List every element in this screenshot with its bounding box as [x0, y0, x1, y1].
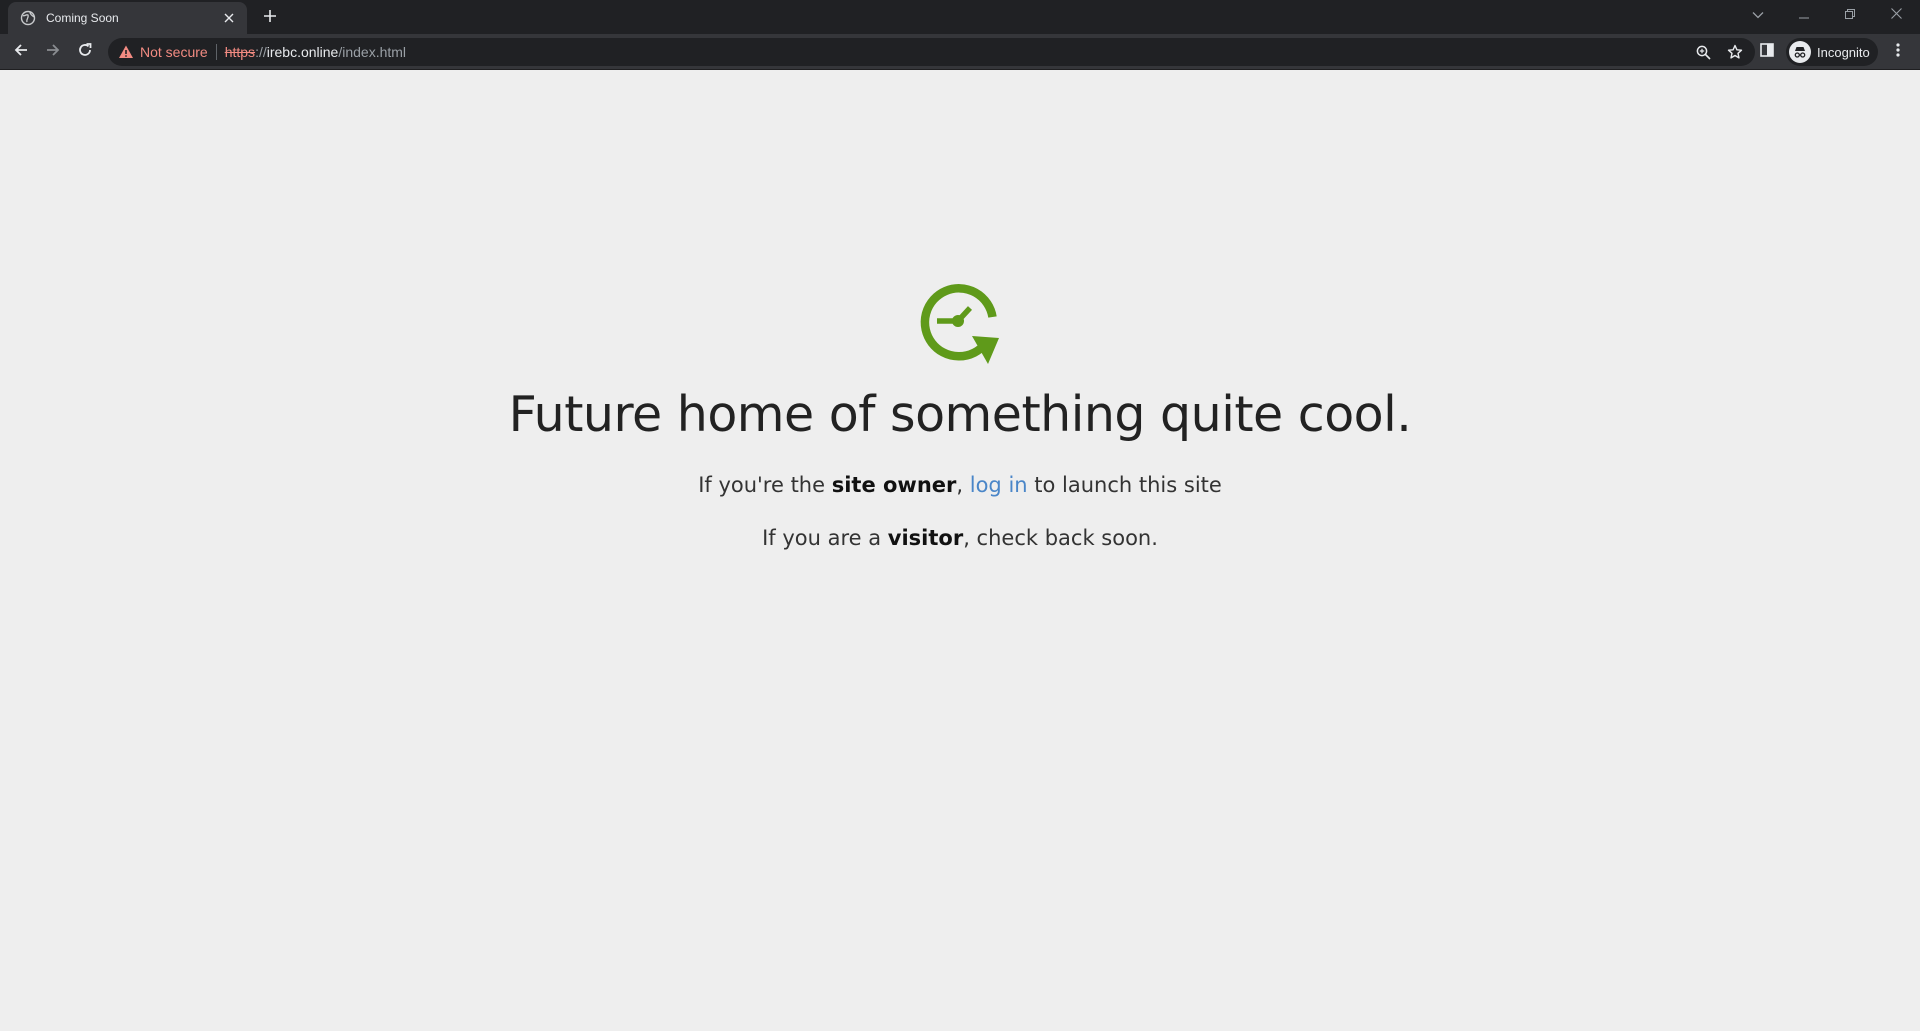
url-text[interactable]: https://irebc.online/index.html	[225, 44, 406, 60]
chevron-down-icon	[1752, 6, 1764, 24]
incognito-icon	[1789, 41, 1811, 63]
warning-icon[interactable]	[118, 44, 134, 60]
star-icon[interactable]	[1721, 38, 1749, 66]
incognito-label: Incognito	[1817, 44, 1870, 60]
browser-toolbar: Not secure https://irebc.online/index.ht…	[0, 34, 1920, 70]
close-icon	[1890, 6, 1902, 24]
address-divider	[215, 44, 217, 60]
owner-prefix: If you're the	[698, 473, 832, 497]
visitor-suffix: , check back soon.	[963, 526, 1158, 550]
side-panel-button[interactable]	[1753, 38, 1781, 66]
globe-icon	[20, 10, 36, 26]
page-headline: Future home of something quite cool.	[508, 386, 1412, 443]
url-path: /index.html	[338, 44, 407, 60]
page-content: Future home of something quite cool. If …	[0, 70, 1920, 1031]
url-host: irebc.online	[266, 44, 339, 60]
arrow-right-icon	[45, 42, 61, 63]
new-tab-button[interactable]	[258, 6, 282, 30]
tab-coming-soon[interactable]: Coming Soon	[8, 2, 247, 34]
arrow-left-icon	[13, 42, 29, 63]
log-in-link[interactable]: log in	[970, 473, 1028, 497]
clock-refresh-icon	[919, 280, 1001, 364]
address-bar[interactable]: Not secure https://irebc.online/index.ht…	[108, 38, 1755, 66]
more-vert-icon	[1896, 42, 1900, 63]
incognito-profile-button[interactable]: Incognito	[1786, 38, 1878, 66]
zoom-icon[interactable]	[1689, 38, 1717, 66]
visitor-prefix: If you are a	[762, 526, 888, 550]
owner-suffix: to launch this site	[1027, 473, 1222, 497]
tab-close-icon[interactable]	[221, 10, 237, 26]
restore-button[interactable]	[1827, 0, 1873, 30]
visitor-text: visitor	[887, 526, 964, 550]
reload-button[interactable]	[71, 38, 99, 66]
restore-icon	[1845, 6, 1855, 24]
tab-strip: Coming Soon	[0, 0, 1920, 34]
owner-message: If you're the site owner, log in to laun…	[0, 473, 1920, 497]
url-separator: ://	[255, 44, 267, 60]
back-button[interactable]	[7, 38, 35, 66]
site-owner-text: site owner	[831, 473, 957, 497]
close-window-button[interactable]	[1873, 0, 1919, 30]
visitor-message: If you are a visitor, check back soon.	[0, 526, 1920, 550]
not-secure-label[interactable]: Not secure	[140, 44, 208, 60]
owner-comma: ,	[956, 473, 970, 497]
tab-title: Coming Soon	[46, 11, 119, 25]
plus-icon	[263, 9, 277, 28]
tab-search-button[interactable]	[1735, 0, 1781, 30]
minimize-button[interactable]	[1781, 0, 1827, 30]
url-scheme: https	[224, 44, 256, 60]
browser-menu-button[interactable]	[1884, 38, 1912, 66]
address-bar-actions	[1685, 38, 1749, 66]
reload-icon	[77, 42, 93, 63]
side-panel-icon	[1760, 42, 1774, 62]
forward-button[interactable]	[39, 38, 67, 66]
minimize-icon	[1799, 6, 1809, 24]
